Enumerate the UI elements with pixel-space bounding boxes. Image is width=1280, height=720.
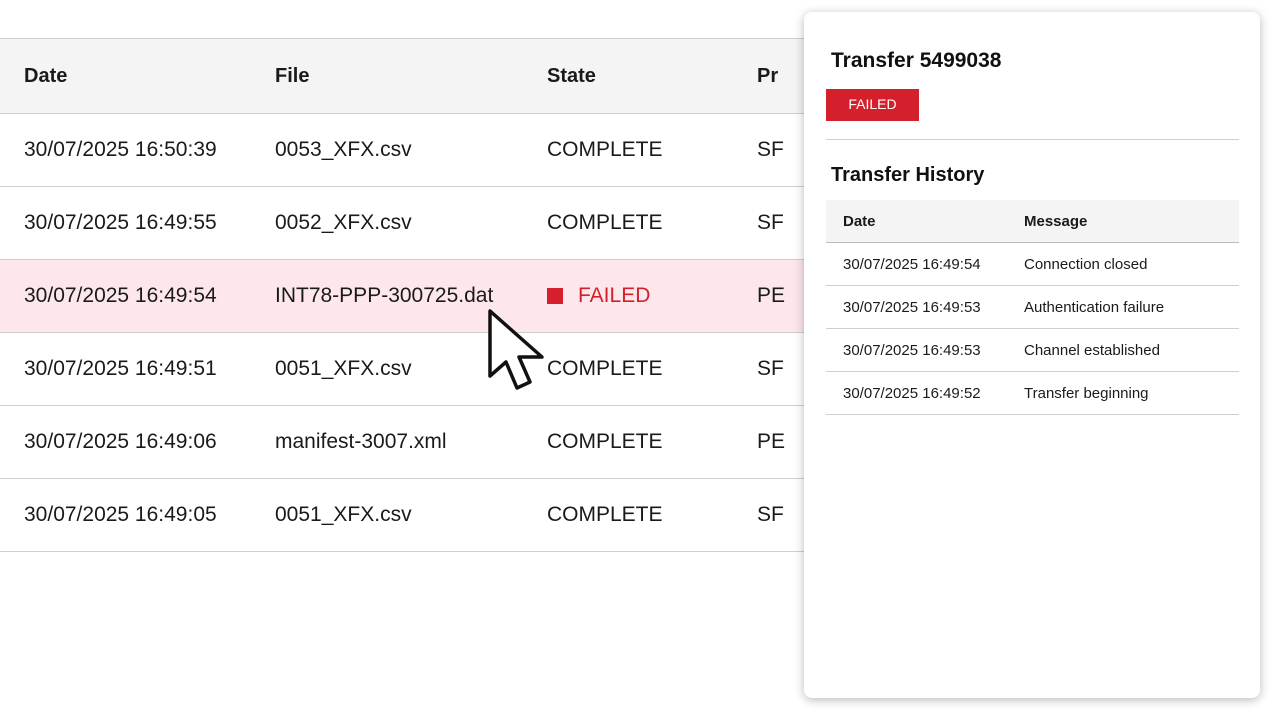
transfer-detail-panel: Transfer 5499038 FAILED Transfer History…: [804, 12, 1260, 698]
row-state-failed: FAILED: [547, 284, 757, 308]
row-file: 0052_XFX.csv: [275, 211, 412, 234]
row-date: 30/07/2025 16:49:51: [24, 357, 217, 380]
transfer-title: Transfer 5499038: [831, 49, 1002, 72]
history-message: Transfer beginning: [1024, 384, 1149, 402]
row-state: COMPLETE: [547, 357, 663, 380]
history-message: Channel established: [1024, 341, 1160, 359]
row-date: 30/07/2025 16:49:06: [24, 430, 217, 453]
status-badge: FAILED: [826, 89, 919, 121]
history-date: 30/07/2025 16:49:53: [843, 341, 981, 359]
history-row: 30/07/2025 16:49:54 Connection closed: [826, 243, 1239, 286]
row-date: 30/07/2025 16:49:55: [24, 211, 217, 234]
mouse-pointer-icon: [488, 309, 544, 390]
row-file: 0051_XFX.csv: [275, 503, 412, 526]
column-header-file[interactable]: File: [275, 65, 547, 88]
column-header-date[interactable]: Date: [0, 65, 275, 88]
history-date: 30/07/2025 16:49:52: [843, 384, 981, 402]
transfers-screen: Date File State Pr 30/07/2025 16:50:39 0…: [0, 0, 1280, 720]
row-state: COMPLETE: [547, 138, 663, 161]
history-message: Connection closed: [1024, 255, 1148, 273]
history-row: 30/07/2025 16:49:52 Transfer beginning: [826, 372, 1239, 415]
row-date: 30/07/2025 16:49:54: [24, 284, 217, 307]
transfer-history-title: Transfer History: [831, 164, 985, 186]
row-file: manifest-3007.xml: [275, 430, 447, 453]
row-date: 30/07/2025 16:49:05: [24, 503, 217, 526]
row-state: COMPLETE: [547, 503, 663, 526]
divider: [826, 139, 1239, 140]
failed-status-label: FAILED: [578, 284, 651, 307]
failed-square-icon: [547, 288, 563, 304]
history-row: 30/07/2025 16:49:53 Channel established: [826, 329, 1239, 372]
history-column-date[interactable]: Date: [826, 213, 1024, 230]
row-file: INT78-PPP-300725.dat: [275, 284, 494, 307]
history-date: 30/07/2025 16:49:53: [843, 298, 981, 316]
row-date: 30/07/2025 16:50:39: [24, 138, 217, 161]
history-column-message[interactable]: Message: [1024, 213, 1239, 230]
transfer-history-table: Date Message 30/07/2025 16:49:54 Connect…: [826, 200, 1239, 415]
failed-status: FAILED: [547, 284, 757, 308]
row-file: 0053_XFX.csv: [275, 138, 412, 161]
column-header-state[interactable]: State: [547, 65, 757, 88]
history-message: Authentication failure: [1024, 298, 1165, 316]
history-header-row: Date Message: [826, 200, 1239, 243]
history-row: 30/07/2025 16:49:53 Authentication failu…: [826, 286, 1239, 329]
history-date: 30/07/2025 16:49:54: [843, 255, 981, 273]
row-state: COMPLETE: [547, 211, 663, 234]
row-state: COMPLETE: [547, 430, 663, 453]
